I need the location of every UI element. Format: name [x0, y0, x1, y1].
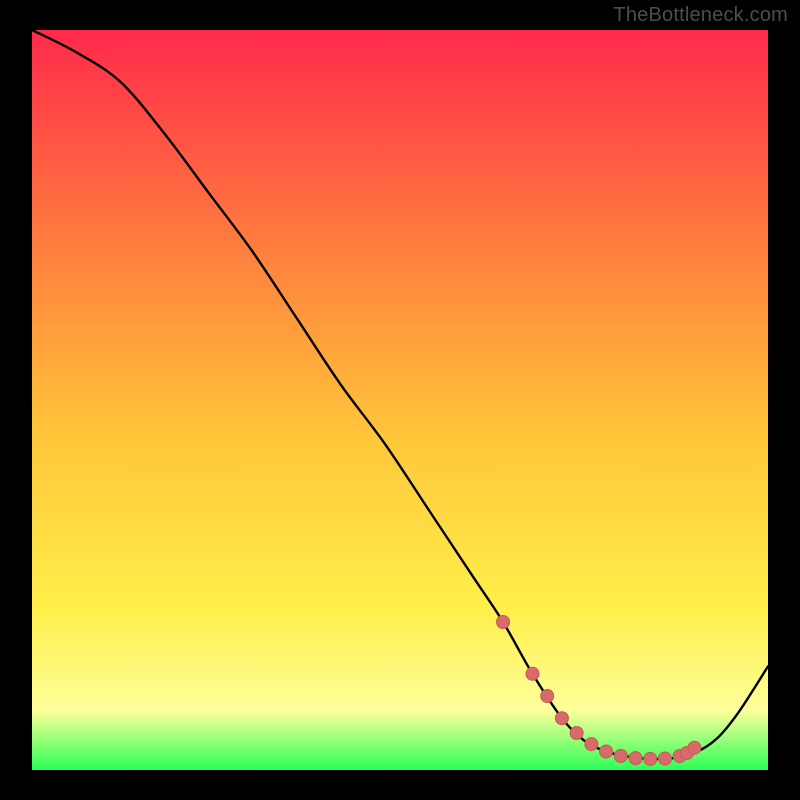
marker-dot: [555, 712, 568, 725]
chart-svg: [0, 0, 800, 800]
plot-background: [32, 30, 768, 770]
watermark-text: TheBottleneck.com: [613, 4, 788, 27]
marker-dot: [497, 616, 510, 629]
marker-dot: [644, 752, 657, 765]
marker-dot: [526, 667, 539, 680]
marker-dot: [658, 752, 671, 765]
marker-dot: [541, 690, 554, 703]
chart-stage: TheBottleneck.com: [0, 0, 800, 800]
marker-dot: [600, 745, 613, 758]
marker-dot: [585, 738, 598, 751]
marker-dot: [614, 749, 627, 762]
marker-dot: [570, 727, 583, 740]
marker-dot: [629, 752, 642, 765]
marker-dot: [688, 741, 701, 754]
